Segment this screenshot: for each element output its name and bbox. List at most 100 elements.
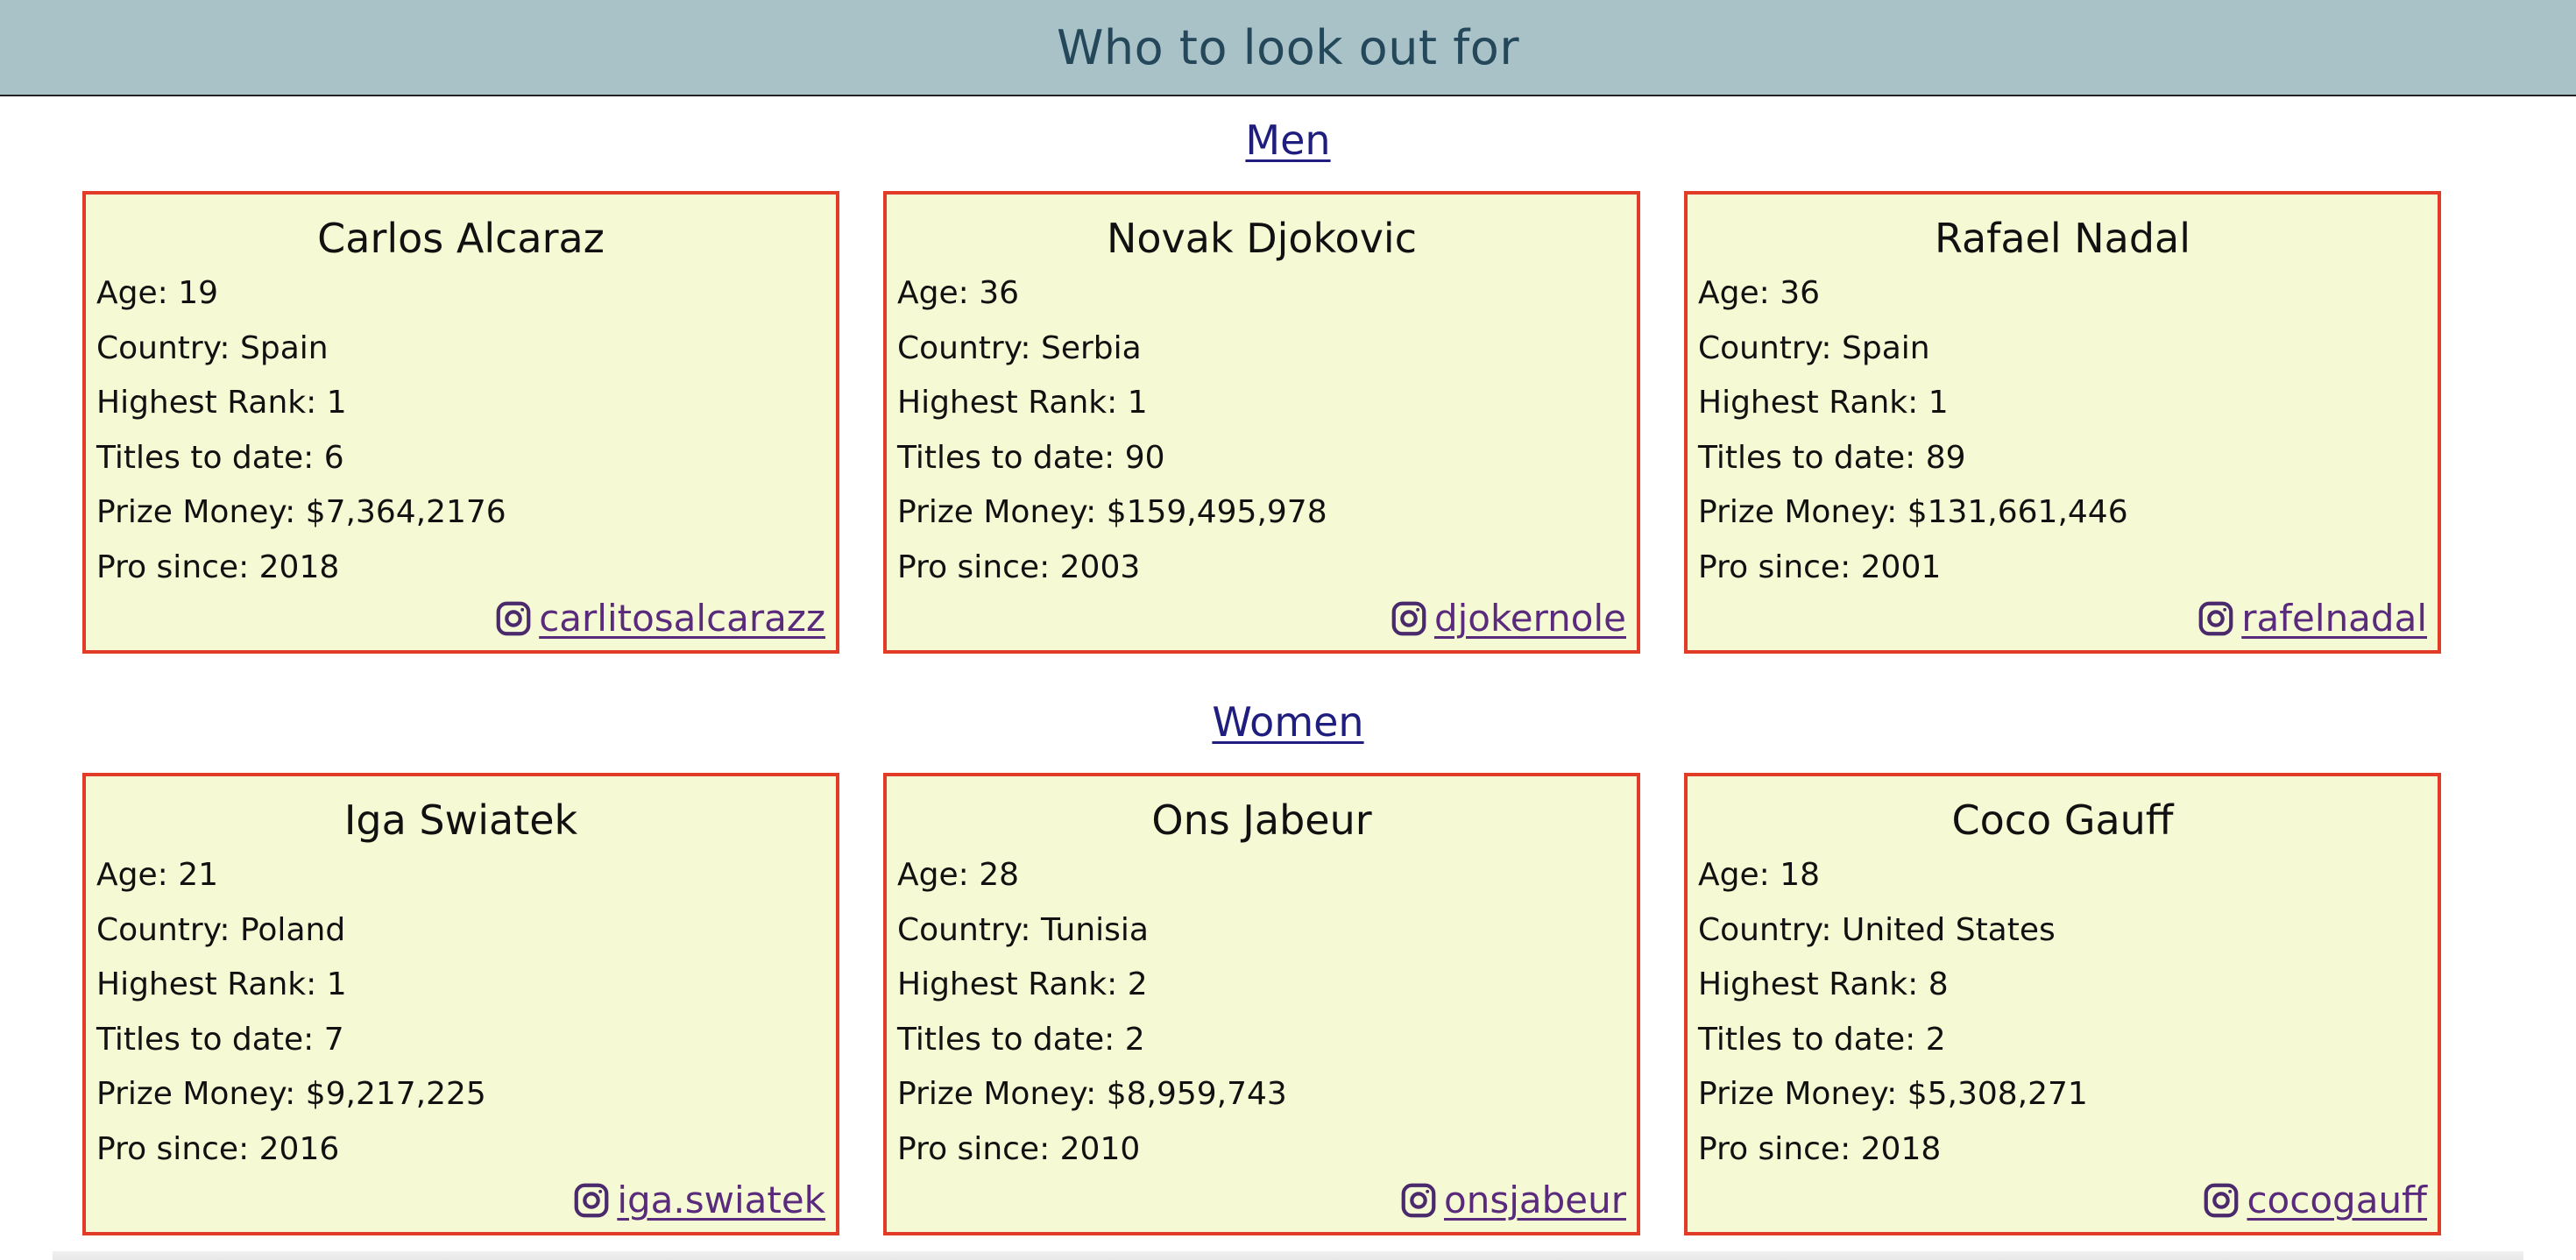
stat-value: 2018: [258, 549, 340, 585]
stat-label: Prize Money:: [96, 494, 296, 530]
player-titles: Titles to date: 89: [1698, 431, 2427, 486]
player-card: Rafael Nadal Age: 36 Country: Spain Highest…: [1684, 191, 2441, 654]
stat-value: Tunisia: [1040, 911, 1149, 948]
player-name: Iga Swiatek: [343, 796, 578, 844]
player-age: Age: 18: [1698, 848, 2427, 903]
stat-label: Pro since:: [1698, 1130, 1851, 1167]
section-link-men[interactable]: Men: [1245, 117, 1330, 164]
player-highest-rank: Highest Rank: 1: [897, 376, 1626, 431]
instagram-handle: iga.swiatek: [571, 1176, 825, 1225]
stat-value: 36: [979, 275, 1020, 311]
stat-label: Country:: [96, 329, 230, 366]
stat-label: Highest Rank:: [897, 385, 1118, 421]
stat-label: Titles to date:: [897, 439, 1115, 476]
stat-value: 1: [326, 385, 347, 421]
player-age: Age: 21: [96, 848, 825, 903]
player-country: Country: Serbia: [897, 322, 1626, 377]
instagram-handle: djokernole: [1389, 594, 1626, 643]
stat-label: Highest Rank:: [96, 966, 317, 1002]
player-age: Age: 36: [897, 266, 1626, 322]
player-prize-money: Prize Money: $7,364,2176: [96, 485, 825, 541]
stat-value: 6: [323, 439, 344, 476]
stat-label: Highest Rank:: [897, 966, 1118, 1002]
stat-value: 28: [979, 857, 1020, 893]
player-highest-rank: Highest Rank: 8: [1698, 958, 2427, 1013]
stat-label: Pro since:: [897, 1130, 1051, 1167]
instagram-handle: rafelnadal: [2196, 594, 2427, 643]
instagram-icon[interactable]: [1398, 1180, 1439, 1221]
stat-value: 2: [1124, 1021, 1145, 1058]
stat-value: 89: [1925, 439, 1966, 476]
stat-value: 2016: [258, 1130, 340, 1167]
player-name: Coco Gauff: [1951, 796, 2174, 844]
section-link-women[interactable]: Women: [1212, 698, 1363, 746]
stat-label: Pro since:: [897, 549, 1051, 585]
player-pro-since: Pro since: 2010: [897, 1122, 1626, 1178]
stat-value: Spain: [1841, 329, 1930, 366]
player-pro-since: Pro since: 2016: [96, 1122, 825, 1178]
player-age: Age: 36: [1698, 266, 2427, 322]
instagram-link[interactable]: djokernole: [1434, 594, 1626, 643]
instagram-icon[interactable]: [1389, 598, 1429, 639]
stat-value: $131,661,446: [1907, 494, 2128, 530]
instagram-link[interactable]: iga.swiatek: [617, 1176, 825, 1225]
stat-label: Country:: [1698, 329, 1832, 366]
stat-value: Poland: [239, 911, 346, 948]
stat-label: Country:: [1698, 911, 1832, 948]
stat-value: Serbia: [1040, 329, 1142, 366]
player-pro-since: Pro since: 2003: [897, 541, 1626, 596]
stat-label: Pro since:: [96, 1130, 250, 1167]
page-header: Who to look out for: [0, 0, 2576, 96]
instagram-handle: cocogauff: [2201, 1176, 2427, 1225]
stat-label: Country:: [96, 911, 230, 948]
stat-label: Prize Money:: [96, 1076, 296, 1112]
stat-value: $7,364,2176: [305, 494, 506, 530]
player-card: Ons Jabeur Age: 28 Country: Tunisia Highest…: [883, 773, 1640, 1235]
player-name: Ons Jabeur: [1151, 796, 1372, 844]
stat-value: 2010: [1059, 1130, 1141, 1167]
stat-value: 7: [323, 1021, 344, 1058]
stat-label: Age:: [1698, 857, 1770, 893]
player-titles: Titles to date: 2: [897, 1013, 1626, 1068]
stat-value: 21: [178, 857, 219, 893]
stat-value: 2: [1127, 966, 1148, 1002]
stat-label: Highest Rank:: [1698, 385, 1919, 421]
instagram-link[interactable]: carlitosalcarazz: [539, 594, 825, 643]
instagram-link[interactable]: cocogauff: [2247, 1176, 2427, 1225]
player-prize-money: Prize Money: $9,217,225: [96, 1067, 825, 1122]
stat-label: Titles to date:: [1698, 1021, 1916, 1058]
page-title: Who to look out for: [1056, 19, 1520, 75]
instagram-link[interactable]: onsjabeur: [1444, 1176, 1626, 1225]
instagram-icon[interactable]: [2201, 1180, 2241, 1221]
player-country: Country: United States: [1698, 903, 2427, 959]
stat-value: 2001: [1860, 549, 1942, 585]
player-prize-money: Prize Money: $159,495,978: [897, 485, 1626, 541]
stat-label: Age:: [96, 275, 168, 311]
instagram-link[interactable]: rafelnadal: [2241, 594, 2427, 643]
player-highest-rank: Highest Rank: 1: [96, 376, 825, 431]
instagram-icon[interactable]: [493, 598, 534, 639]
stat-value: United States: [1841, 911, 2056, 948]
instagram-handle: onsjabeur: [1398, 1176, 1626, 1225]
section-heading-women: Women: [0, 696, 2576, 748]
instagram-icon[interactable]: [571, 1180, 612, 1221]
stat-label: Pro since:: [1698, 549, 1851, 585]
stat-value: 90: [1124, 439, 1165, 476]
player-age: Age: 19: [96, 266, 825, 322]
stat-value: 18: [1780, 857, 1821, 893]
player-card: Carlos Alcaraz Age: 19 Country: Spain Highe…: [82, 191, 839, 654]
player-pro-since: Pro since: 2001: [1698, 541, 2427, 596]
stat-label: Titles to date:: [96, 1021, 315, 1058]
stat-label: Age:: [897, 857, 969, 893]
page-bottom-edge: [53, 1251, 2523, 1260]
player-name: Rafael Nadal: [1935, 215, 2190, 262]
stat-value: 8: [1928, 966, 1949, 1002]
instagram-handle: carlitosalcarazz: [493, 594, 825, 643]
stat-label: Highest Rank:: [96, 385, 317, 421]
player-name: Novak Djokovic: [1106, 215, 1417, 262]
stat-value: 1: [1928, 385, 1949, 421]
instagram-icon[interactable]: [2196, 598, 2236, 639]
player-card: Coco Gauff Age: 18 Country: United States H…: [1684, 773, 2441, 1235]
stat-label: Titles to date:: [96, 439, 315, 476]
player-age: Age: 28: [897, 848, 1626, 903]
